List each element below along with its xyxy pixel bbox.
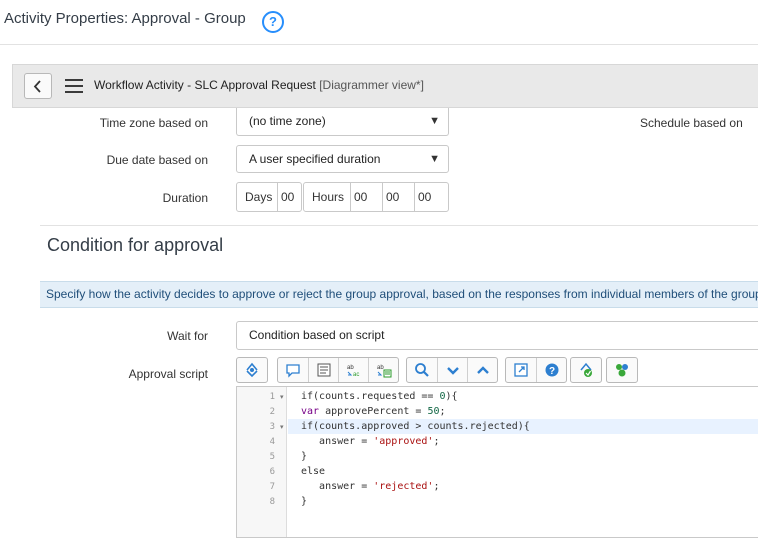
code-line[interactable]: if(counts.approved > counts.rejected){ [301, 421, 530, 432]
wait-for-select[interactable]: Condition based on script [236, 321, 758, 350]
duration-days-group: Days 00 [236, 182, 302, 212]
fullscreen-icon[interactable] [506, 358, 536, 382]
back-button[interactable] [24, 73, 52, 99]
format-code-icon[interactable] [308, 358, 339, 382]
search-icon[interactable] [407, 358, 437, 382]
comment-icon[interactable] [278, 358, 308, 382]
due-date-label: Due date based on [106, 153, 208, 167]
toggle-syntax-icon[interactable] [237, 358, 267, 382]
collapse-up-icon[interactable] [467, 358, 498, 382]
help-icon[interactable]: ? [536, 358, 567, 382]
script-tree-icon[interactable] [607, 358, 637, 382]
due-date-select[interactable]: A user specified duration ▼ [236, 145, 449, 173]
duration-time-group: Hours 00 00 00 [303, 182, 449, 212]
wait-for-select-value: Condition based on script [249, 328, 385, 342]
duration-label: Duration [162, 191, 208, 205]
duration-hours-label: Hours [312, 190, 345, 204]
wait-for-label: Wait for [167, 329, 208, 343]
duration-days-input[interactable]: 00 [277, 183, 301, 211]
replace-icon[interactable]: ab ac [338, 358, 369, 382]
help-icon[interactable]: ? [262, 11, 284, 33]
code-line[interactable]: if(counts.requested == 0){ [301, 391, 458, 402]
line-number: 7 [269, 482, 275, 492]
view-label: [Diagrammer view*] [319, 78, 424, 92]
line-number: 1 [269, 392, 275, 402]
schedule-label: Schedule based on [640, 116, 743, 130]
timezone-label: Time zone based on [99, 116, 208, 130]
due-date-select-value: A user specified duration [249, 152, 381, 166]
line-number: 8 [269, 497, 275, 507]
timezone-select-value: (no time zone) [249, 114, 326, 128]
code-line[interactable]: answer = 'rejected'; [301, 481, 439, 492]
hamburger-menu-icon[interactable] [65, 79, 83, 93]
code-line[interactable]: } [301, 451, 307, 462]
expand-down-icon[interactable] [437, 358, 468, 382]
line-number: 4 [269, 437, 275, 447]
fold-toggle-icon[interactable]: ▾ [280, 423, 284, 431]
section-title: Condition for approval [47, 235, 224, 255]
svg-text:ab: ab [377, 365, 384, 371]
duration-days-label: Days [245, 190, 273, 204]
page-title: Activity Properties: Approval - Group [4, 10, 246, 27]
info-banner-text: Specify how the activity decides to appr… [46, 287, 758, 301]
dropdown-arrow-icon: ▼ [429, 153, 440, 165]
dropdown-arrow-icon: ▼ [429, 115, 440, 127]
code-line[interactable]: var approvePercent = 50; [301, 406, 446, 417]
duration-hours-input[interactable]: 00 [350, 183, 382, 211]
form-header-title-text: Workflow Activity - SLC Approval Request [94, 78, 316, 92]
chevron-left-icon [33, 80, 41, 93]
code-line[interactable]: answer = 'approved'; [301, 436, 439, 447]
line-number: 5 [269, 452, 275, 462]
svg-text:ab: ab [347, 365, 354, 371]
fold-toggle-icon[interactable]: ▾ [280, 393, 284, 401]
section-divider [40, 225, 758, 226]
script-debug-icon[interactable] [571, 358, 601, 382]
code-line[interactable]: } [301, 496, 307, 507]
form-header-title: Workflow Activity - SLC Approval Request… [94, 78, 424, 92]
timezone-select[interactable]: (no time zone) ▼ [236, 108, 449, 136]
code-line[interactable]: else [301, 466, 325, 477]
duration-seconds-input[interactable]: 00 [414, 183, 448, 211]
title-divider [0, 44, 758, 45]
approval-script-label: Approval script [128, 367, 208, 381]
line-number: 3 [269, 422, 275, 432]
svg-text:?: ? [549, 366, 555, 377]
line-number: 6 [269, 467, 275, 477]
duration-minutes-input[interactable]: 00 [382, 183, 414, 211]
line-number: 2 [269, 407, 275, 417]
replace-all-icon[interactable]: ab [368, 358, 399, 382]
svg-text:ac: ac [353, 372, 359, 378]
